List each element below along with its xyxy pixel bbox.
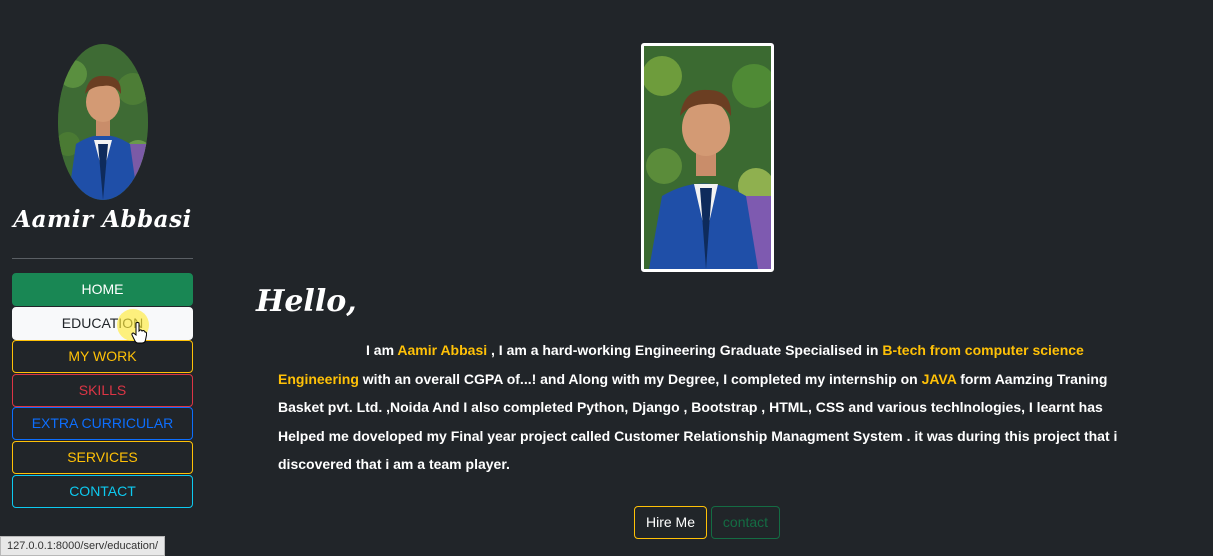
greeting-heading: Hello, — [256, 284, 357, 319]
sidebar: Aamir Abbasi HOME EDUCATION MY WORK SKIL… — [0, 0, 205, 556]
nav-services-button[interactable]: SERVICES — [12, 440, 193, 474]
profile-photo-image — [644, 46, 771, 269]
hand-pointer-icon — [131, 321, 147, 344]
nav-home-button[interactable]: HOME — [12, 273, 193, 306]
bio-text-1: I am — [366, 342, 398, 358]
sidebar-divider — [12, 258, 193, 259]
avatar-photo — [58, 44, 148, 200]
avatar — [58, 44, 148, 200]
bio-name: Aamir Abbasi — [397, 342, 488, 358]
status-bar-url: 127.0.0.1:8000/serv/education/ — [0, 536, 166, 556]
sidebar-nav: HOME EDUCATION MY WORK SKILLS EXTRA CURR… — [12, 273, 193, 508]
bio-paragraph: I am Aamir Abbasi , I am a hard-working … — [278, 336, 1148, 479]
nav-contact-button[interactable]: CONTACT — [12, 474, 193, 508]
brand-name: Aamir Abbasi — [13, 206, 192, 233]
bio-text-2: , I am a hard-working Engineering Gradua… — [487, 342, 883, 358]
nav-education-button[interactable]: EDUCATION — [12, 306, 193, 344]
hire-me-button[interactable]: Hire Me — [634, 506, 707, 539]
nav-my-work-button[interactable]: MY WORK — [12, 340, 193, 374]
page: Aamir Abbasi HOME EDUCATION MY WORK SKIL… — [0, 0, 1213, 556]
nav-extra-curricular-button[interactable]: EXTRA CURRICULAR — [12, 407, 193, 441]
contact-button[interactable]: contact — [711, 506, 780, 539]
nav-skills-button[interactable]: SKILLS — [12, 373, 193, 407]
bio-tech: JAVA — [921, 370, 957, 387]
bio-text-3: with an overall CGPA of...! and Along wi… — [358, 370, 922, 387]
profile-photo — [641, 43, 774, 272]
